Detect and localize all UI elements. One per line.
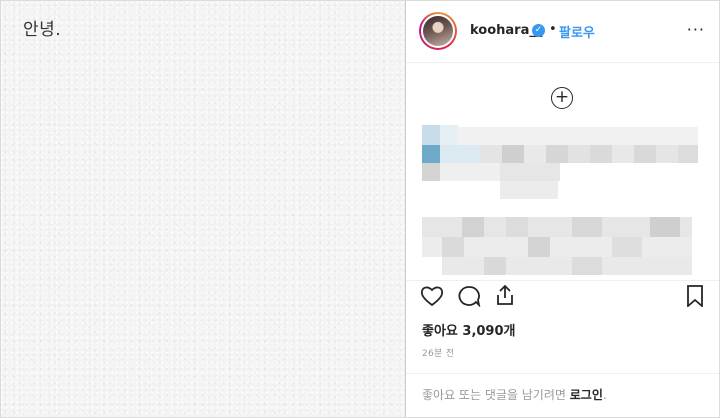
share-icon[interactable] bbox=[494, 284, 516, 310]
avatar[interactable] bbox=[419, 12, 457, 50]
post-side-panel: koohara__ ✓ • 팔로우 ··· + 좋아요 3,090개 26분 전… bbox=[406, 1, 719, 417]
action-bar bbox=[406, 280, 719, 310]
verified-badge-icon: ✓ bbox=[532, 24, 545, 37]
post-header: koohara__ ✓ • 팔로우 ··· bbox=[406, 1, 719, 63]
plus-circle-icon[interactable]: + bbox=[551, 87, 573, 109]
more-options-icon[interactable]: ··· bbox=[687, 20, 705, 39]
comment-footer: 좋아요 또는 댓글을 남기려면 로그인. bbox=[406, 373, 719, 417]
post-container: 안녕. koohara__ ✓ • 팔로우 ··· + 좋아요 3,090개 2… bbox=[0, 0, 720, 418]
blurred-caption-block bbox=[422, 217, 702, 277]
login-prompt-prefix: 좋아요 또는 댓글을 남기려면 bbox=[422, 388, 570, 402]
comment-icon[interactable] bbox=[457, 285, 481, 311]
post-timestamp[interactable]: 26분 전 bbox=[422, 346, 454, 359]
follow-button[interactable]: 팔로우 bbox=[559, 22, 595, 41]
post-image[interactable]: 안녕. bbox=[1, 1, 406, 417]
post-image-text: 안녕. bbox=[23, 20, 62, 40]
header-separator: • bbox=[549, 22, 557, 37]
likes-count[interactable]: 좋아요 3,090개 bbox=[422, 320, 516, 339]
bookmark-icon[interactable] bbox=[686, 285, 704, 311]
login-prompt-suffix: . bbox=[602, 388, 607, 402]
avatar-image bbox=[421, 14, 455, 48]
login-prompt: 좋아요 또는 댓글을 남기려면 로그인. bbox=[422, 386, 607, 403]
heart-icon[interactable] bbox=[420, 285, 444, 311]
blurred-caption-block bbox=[422, 125, 702, 205]
login-link[interactable]: 로그인 bbox=[570, 388, 603, 402]
